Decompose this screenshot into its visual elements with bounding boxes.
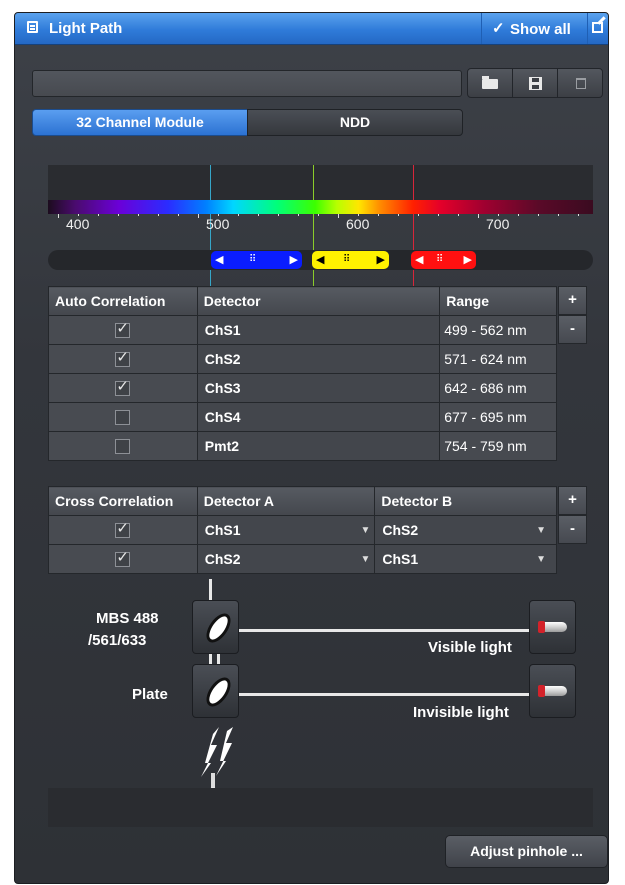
auto-correlation-header[interactable]: Auto Correlation: [48, 286, 198, 316]
detector-a-select[interactable]: ChS1 ▼: [196, 515, 376, 545]
range-handle-yellow[interactable]: ◀ ⠿ ▶: [312, 251, 389, 269]
tick-label-400: 400: [66, 216, 90, 232]
tab-32-channel-module[interactable]: 32 Channel Module: [32, 109, 248, 136]
delete-config-button[interactable]: [557, 68, 603, 98]
detector-b-select[interactable]: ChS1 ▼: [374, 544, 557, 574]
range-header[interactable]: Range: [439, 286, 557, 316]
panel-titlebar[interactable]: Light Path ✓ Show all: [15, 13, 608, 45]
folder-open-icon: [482, 76, 498, 89]
detector-a-header[interactable]: Detector A: [196, 486, 376, 516]
chevron-down-icon: ▼: [536, 554, 546, 565]
table-row[interactable]: Pmt2 754 - 759 nm: [48, 431, 557, 461]
auto-correlation-checkbox[interactable]: [115, 377, 131, 397]
plate-mirror-button[interactable]: [192, 664, 239, 718]
visible-light-path: [239, 629, 530, 632]
chevron-down-icon: ▼: [536, 525, 546, 536]
table-row[interactable]: ChS1 499 - 562 nm: [48, 315, 557, 345]
table-row[interactable]: ChS2 ▼ ChS1 ▼: [48, 544, 557, 574]
light-path-icon: [27, 21, 38, 33]
auto-correlation-checkbox[interactable]: [115, 319, 131, 339]
detector-header[interactable]: Detector: [196, 286, 441, 316]
spectrum-display: [48, 165, 593, 203]
detector-a-select[interactable]: ChS2 ▼: [196, 544, 376, 574]
cross-correlation-checkbox[interactable]: [115, 519, 131, 539]
mbs-label-line1: MBS 488: [96, 610, 159, 627]
range-cell[interactable]: 499 - 562 nm: [439, 315, 557, 345]
range-cell[interactable]: 677 - 695 nm: [439, 402, 557, 432]
auto-correlation-checkbox[interactable]: [115, 410, 131, 426]
add-detector-button[interactable]: +: [558, 286, 587, 315]
checkmark-icon: ✓: [492, 20, 505, 37]
auto-correlation-table: Auto Correlation Detector Range ChS1 499…: [48, 286, 557, 461]
sample-stage-area: [48, 788, 593, 827]
remove-cross-pair-button[interactable]: -: [558, 515, 587, 544]
open-config-button[interactable]: [467, 68, 513, 98]
tick-label-600: 600: [346, 216, 370, 232]
add-cross-pair-button[interactable]: +: [558, 486, 587, 515]
tick-label-500: 500: [206, 216, 230, 232]
detector-cell[interactable]: Pmt2: [196, 431, 441, 461]
auto-correlation-checkbox[interactable]: [115, 439, 131, 455]
mbs-beam-splitter-button[interactable]: [192, 600, 239, 654]
visible-light-source-button[interactable]: [529, 600, 576, 654]
invisible-light-label: Invisible light: [413, 704, 509, 721]
cross-correlation-checkbox[interactable]: [115, 548, 131, 568]
save-icon: [529, 77, 542, 90]
plate-label: Plate: [132, 686, 168, 703]
detector-b-header[interactable]: Detector B: [374, 486, 557, 516]
light-path-panel: Light Path ✓ Show all 32 Channel Module …: [14, 12, 609, 884]
cross-correlation-table: Cross Correlation Detector A Detector B …: [48, 486, 557, 574]
tick-label-700: 700: [486, 216, 510, 232]
spectrum-bar: [48, 200, 593, 214]
adjust-pinhole-button[interactable]: Adjust pinhole ...: [445, 835, 608, 868]
lamp-icon: [538, 621, 567, 633]
remove-detector-button[interactable]: -: [558, 315, 587, 344]
range-handle-red[interactable]: ◀ ⠿ ▶: [411, 251, 476, 269]
detector-cell[interactable]: ChS3: [196, 373, 441, 403]
mirror-icon: [201, 673, 236, 711]
range-cell[interactable]: 754 - 759 nm: [439, 431, 557, 461]
mbs-label-line2: /561/633: [88, 632, 147, 649]
table-row[interactable]: ChS3 642 - 686 nm: [48, 373, 557, 403]
range-cell[interactable]: 642 - 686 nm: [439, 373, 557, 403]
save-config-button[interactable]: [512, 68, 558, 98]
beam-line: [209, 579, 212, 601]
spectrum-ticks: [58, 214, 579, 218]
lamp-icon: [538, 685, 567, 697]
detector-cell[interactable]: ChS4: [196, 402, 441, 432]
detector-b-value: ChS1: [382, 551, 419, 567]
table-row[interactable]: ChS1 ▼ ChS2 ▼: [48, 515, 557, 545]
visible-light-label: Visible light: [428, 639, 512, 656]
detector-cell[interactable]: ChS1: [196, 315, 441, 345]
range-cell[interactable]: 571 - 624 nm: [439, 344, 557, 374]
range-handle-blue[interactable]: ◀ ⠿ ▶: [211, 251, 302, 269]
cross-correlation-header[interactable]: Cross Correlation: [48, 486, 198, 516]
configuration-name-field[interactable]: [32, 70, 462, 97]
show-all-label: Show all: [510, 21, 571, 38]
mirror-icon: [201, 609, 236, 647]
chevron-down-icon: ▼: [360, 525, 371, 536]
detector-cell[interactable]: ChS2: [196, 344, 441, 374]
detector-a-value: ChS2: [204, 551, 241, 567]
invisible-light-path: [239, 693, 530, 696]
show-all-toggle[interactable]: ✓ Show all: [481, 13, 588, 44]
invisible-light-source-button[interactable]: [529, 664, 576, 718]
auto-correlation-checkbox[interactable]: [115, 348, 131, 368]
chevron-down-icon: ▼: [360, 554, 371, 565]
delete-icon: [576, 78, 586, 89]
tab-ndd[interactable]: NDD: [247, 109, 463, 136]
table-row[interactable]: ChS4 677 - 695 nm: [48, 402, 557, 432]
table-row[interactable]: ChS2 571 - 624 nm: [48, 344, 557, 374]
detector-a-value: ChS1: [204, 522, 241, 538]
panel-title: Light Path: [49, 20, 123, 37]
detector-b-value: ChS2: [382, 522, 419, 538]
undock-icon[interactable]: [587, 13, 609, 44]
detector-b-select[interactable]: ChS2 ▼: [374, 515, 557, 545]
